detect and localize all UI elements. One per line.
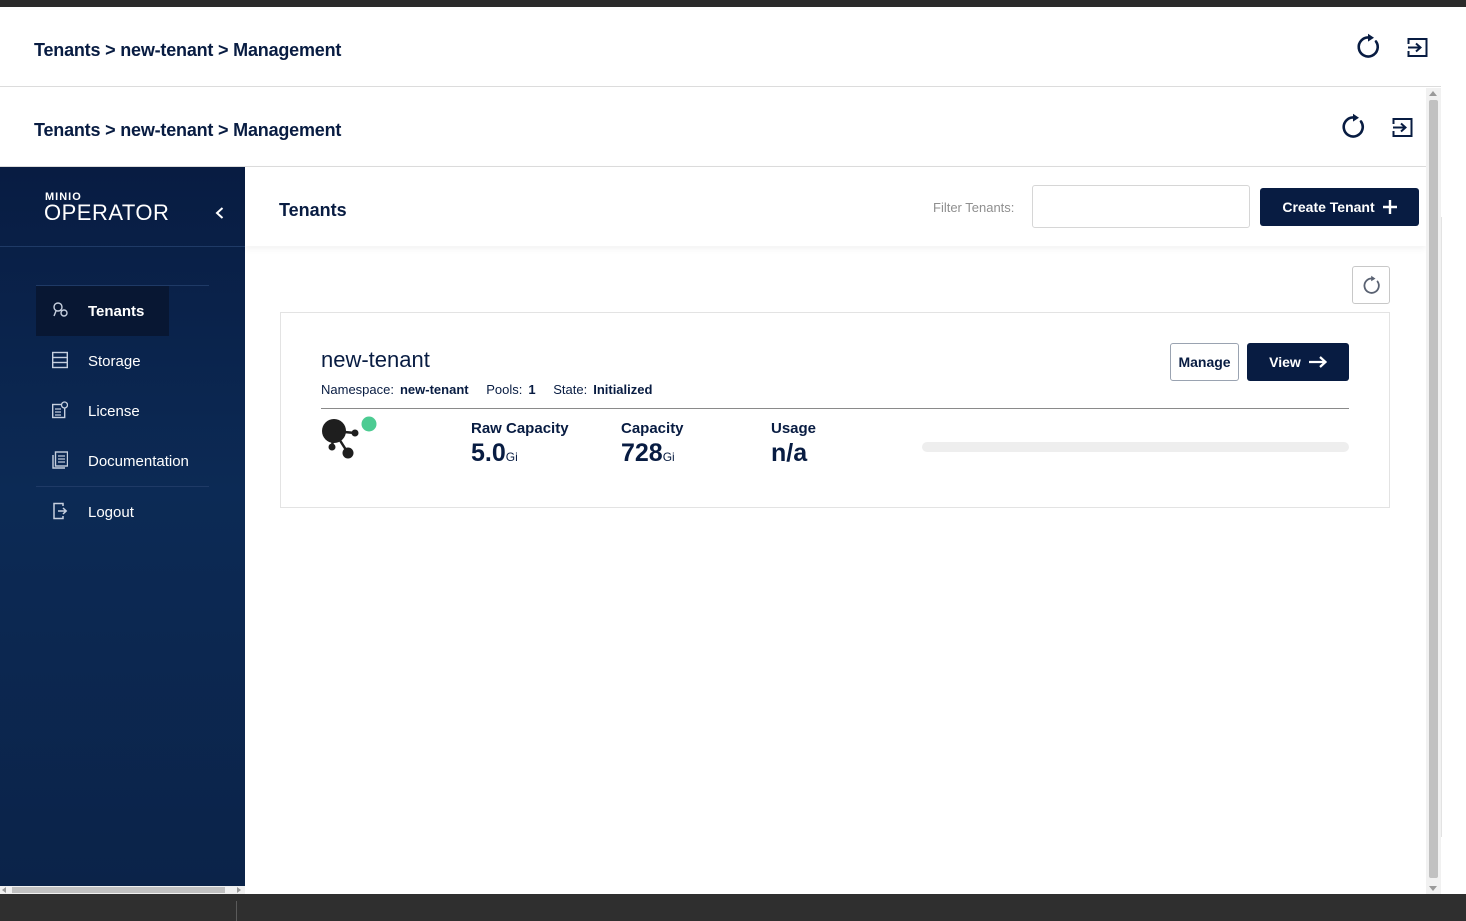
tenant-logo-icon bbox=[322, 416, 377, 459]
sidebar-item-label: Documentation bbox=[88, 452, 189, 470]
operator-logo-text: OPERATOR bbox=[44, 200, 170, 225]
filter-tenants-input[interactable] bbox=[1032, 185, 1250, 228]
view-button[interactable]: View bbox=[1247, 343, 1349, 381]
raw-capacity-unit: Gi bbox=[505, 450, 518, 464]
manage-button[interactable]: Manage bbox=[1170, 343, 1239, 381]
page-header: Tenants > new-tenant > Management bbox=[0, 7, 1441, 87]
usage-value: n/a bbox=[771, 439, 808, 467]
scrollbar-thumb[interactable] bbox=[1429, 100, 1438, 878]
scroll-down-arrow[interactable] bbox=[1429, 886, 1437, 891]
window-top-strip bbox=[0, 0, 1466, 7]
documentation-icon bbox=[52, 451, 68, 469]
breadcrumb: Tenants > new-tenant > Management bbox=[34, 40, 342, 60]
logout-icon[interactable] bbox=[1405, 35, 1433, 63]
health-status-icon bbox=[361, 416, 377, 432]
tenant-meta: Namespace: new-tenant Pools: 1 State: Initi… bbox=[321, 382, 653, 397]
storage-icon bbox=[52, 351, 68, 369]
refresh-list-button[interactable] bbox=[1352, 266, 1390, 304]
tenants-icon bbox=[53, 302, 68, 317]
tenant-pools: 1 bbox=[528, 382, 536, 397]
plus-icon bbox=[1382, 200, 1397, 214]
sidebar-item-label: Storage bbox=[88, 352, 141, 370]
scroll-right-arrow[interactable] bbox=[237, 887, 241, 893]
breadcrumb: Tenants > new-tenant > Management bbox=[34, 120, 342, 140]
outer-scroll-area bbox=[1441, 7, 1466, 921]
sidebar-item-tenants[interactable]: Tenants bbox=[36, 286, 169, 336]
capacity-value: 728 bbox=[621, 439, 663, 467]
sidebar-item-documentation[interactable]: Documentation bbox=[36, 436, 209, 486]
tenant-card[interactable]: new-tenant Namespace: new-tenant Pools: 1 … bbox=[280, 312, 1390, 508]
sidebar-item-label: License bbox=[88, 402, 140, 420]
sidebar-horizontal-scrollbar[interactable] bbox=[0, 886, 245, 894]
sidebar-item-license[interactable]: License bbox=[36, 386, 209, 436]
logout-icon bbox=[53, 502, 68, 520]
capacity-stat: Capacity 728Gi bbox=[621, 420, 684, 467]
taskbar bbox=[0, 894, 1466, 921]
raw-capacity-stat: Raw Capacity 5.0Gi bbox=[471, 420, 569, 467]
raw-capacity-value: 5.0 bbox=[471, 439, 506, 467]
page-title: Tenants bbox=[279, 200, 347, 220]
sidebar-menu: Tenants Storage License Documentation Lo… bbox=[36, 285, 209, 537]
arrow-right-icon bbox=[1308, 356, 1327, 368]
taskbar-divider bbox=[236, 901, 237, 921]
sidebar: MINIO OPERATOR Tenants Storage License D… bbox=[0, 167, 245, 886]
breadcrumb-tenant-link[interactable]: new-tenant bbox=[120, 40, 213, 60]
sidebar-item-storage[interactable]: Storage bbox=[36, 336, 209, 386]
breadcrumb-tenants-link[interactable]: Tenants bbox=[34, 40, 100, 60]
card-divider bbox=[321, 408, 1349, 409]
sidebar-item-label: Logout bbox=[88, 503, 134, 521]
refresh-icon bbox=[1363, 275, 1380, 294]
sidebar-item-logout[interactable]: Logout bbox=[36, 487, 209, 537]
sidebar-item-label: Tenants bbox=[88, 302, 145, 320]
tenant-state: Initialized bbox=[593, 382, 653, 397]
breadcrumb-tenant-link[interactable]: new-tenant bbox=[120, 120, 213, 140]
breadcrumb-current: Management bbox=[233, 40, 342, 60]
refresh-icon[interactable] bbox=[1340, 113, 1368, 141]
logout-icon[interactable] bbox=[1390, 115, 1418, 143]
brand-header: MINIO OPERATOR bbox=[0, 167, 245, 247]
vertical-scrollbar[interactable] bbox=[1426, 88, 1441, 894]
scroll-left-arrow[interactable] bbox=[2, 887, 6, 893]
breadcrumb-tenants-link[interactable]: Tenants bbox=[34, 120, 100, 140]
collapse-sidebar-icon[interactable] bbox=[212, 205, 228, 221]
create-tenant-button[interactable]: Create Tenant bbox=[1260, 188, 1419, 226]
capacity-unit: Gi bbox=[662, 450, 675, 464]
tenant-namespace: new-tenant bbox=[399, 382, 469, 397]
scroll-up-arrow[interactable] bbox=[1429, 91, 1437, 96]
filter-label: Filter Tenants: bbox=[933, 200, 1015, 215]
refresh-icon[interactable] bbox=[1355, 33, 1383, 61]
page-toolbar: Tenants Filter Tenants: Create Tenant bbox=[245, 167, 1426, 246]
breadcrumb-current: Management bbox=[233, 120, 342, 140]
usage-stat: Usage n/a bbox=[771, 420, 817, 467]
scrollbar-thumb[interactable] bbox=[12, 887, 225, 893]
usage-progress-bar bbox=[922, 442, 1349, 452]
tenant-name: new-tenant bbox=[321, 347, 430, 372]
license-icon bbox=[52, 401, 68, 419]
page-header-secondary: Tenants > new-tenant > Management bbox=[0, 88, 1426, 167]
